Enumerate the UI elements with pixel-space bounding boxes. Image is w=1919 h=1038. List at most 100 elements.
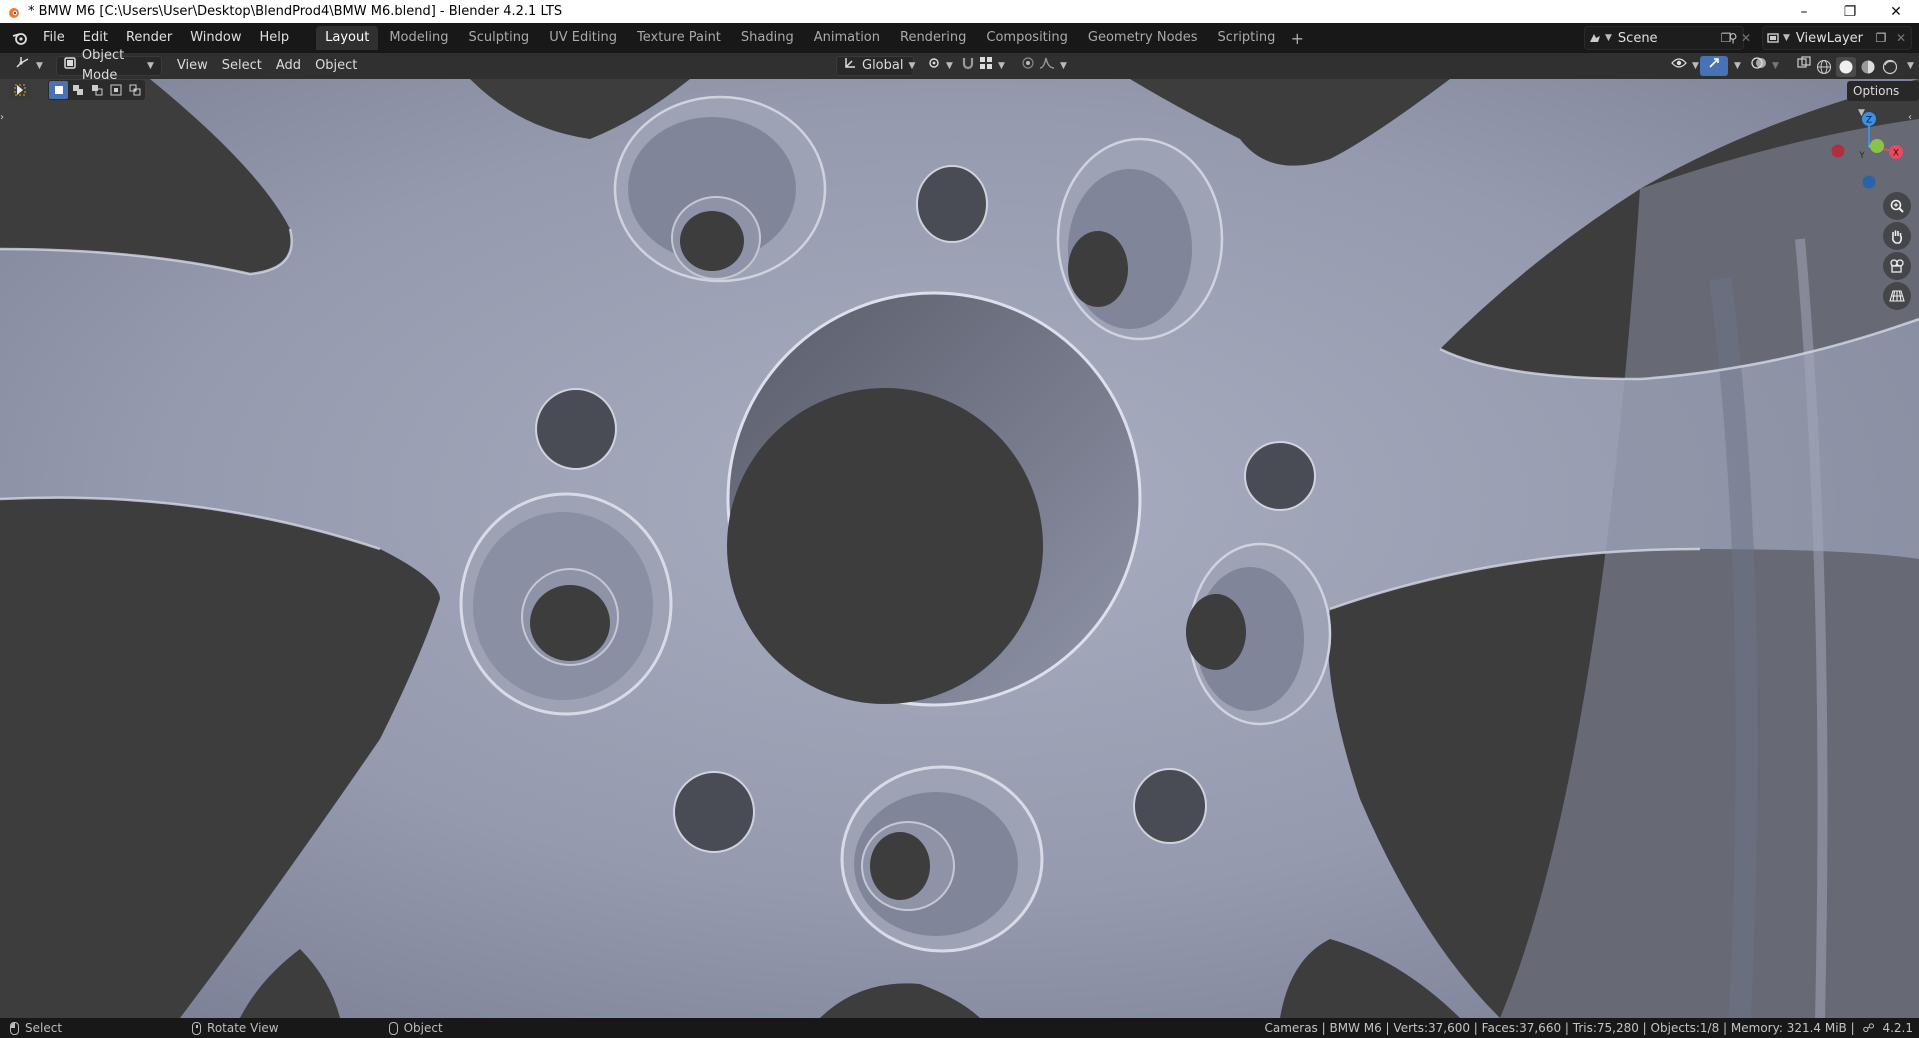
orientation-icon bbox=[844, 56, 856, 76]
menu-add[interactable]: Add bbox=[269, 56, 308, 76]
add-workspace-button[interactable]: + bbox=[1286, 29, 1308, 48]
navigation-gizmo[interactable]: Z X Y bbox=[1820, 108, 1916, 198]
camera-view-icon[interactable] bbox=[1883, 252, 1911, 280]
status-hint-label: Object bbox=[403, 1021, 443, 1035]
network-icon: ☍ bbox=[1862, 1021, 1875, 1035]
menu-help[interactable]: Help bbox=[251, 27, 299, 49]
mouse-right-icon bbox=[388, 1021, 398, 1035]
perspective-toggle-icon[interactable] bbox=[1883, 282, 1911, 310]
chevron-down-icon: ▼ bbox=[1060, 61, 1067, 71]
chevron-down-icon: ▼ bbox=[908, 61, 916, 71]
tab-uv-editing[interactable]: UV Editing bbox=[540, 26, 626, 50]
close-icon[interactable]: ✕ bbox=[1873, 0, 1919, 23]
wheel-rim-model[interactable] bbox=[0, 79, 1919, 1018]
select-intersect-icon[interactable] bbox=[125, 81, 144, 99]
3d-viewport[interactable] bbox=[0, 79, 1919, 1018]
neg-x-axis-handle[interactable] bbox=[1831, 144, 1845, 158]
tab-compositing[interactable]: Compositing bbox=[977, 26, 1077, 50]
material-shading-icon[interactable] bbox=[1858, 57, 1878, 77]
gizmo-icon bbox=[1707, 56, 1721, 77]
chevron-down-icon: ▼ bbox=[1734, 61, 1741, 71]
snap-grid-icon bbox=[979, 56, 993, 77]
status-hint-label: Select bbox=[25, 1021, 63, 1035]
chevron-down-icon[interactable]: ▼ bbox=[1907, 61, 1914, 77]
tab-layout[interactable]: Layout bbox=[316, 26, 379, 50]
select-tool-icon[interactable] bbox=[9, 80, 31, 100]
pan-hand-icon[interactable] bbox=[1883, 222, 1911, 250]
tab-texture-paint[interactable]: Texture Paint bbox=[628, 26, 730, 50]
mouse-left-icon bbox=[10, 1021, 19, 1035]
version-label: 4.2.1 bbox=[1882, 1021, 1913, 1035]
selection-mode-group bbox=[48, 80, 145, 100]
center-bore bbox=[726, 291, 1142, 707]
tab-animation[interactable]: Animation bbox=[805, 26, 889, 50]
snap-target-dropdown[interactable]: ▼ bbox=[972, 56, 1012, 76]
status-hint-object: Object bbox=[388, 1021, 443, 1035]
chevron-down-icon: ▼ bbox=[1772, 61, 1779, 71]
solid-shading-icon[interactable] bbox=[1836, 57, 1856, 77]
status-bar: Select Rotate View Object Cameras | BMW … bbox=[0, 1018, 1919, 1038]
scene-icon bbox=[1585, 28, 1605, 48]
neg-z-axis-handle[interactable] bbox=[1862, 175, 1876, 189]
orientation-label: Global bbox=[862, 58, 904, 73]
select-extend-icon[interactable] bbox=[68, 81, 87, 99]
status-hint-rotate: Rotate View bbox=[192, 1021, 279, 1035]
window-title: * BMW M6 [C:\Users\User\Desktop\BlendPro… bbox=[28, 4, 563, 19]
chevron-down-icon: ▼ bbox=[147, 61, 154, 71]
options-dropdown[interactable]: Options ▼ bbox=[1847, 81, 1919, 118]
mode-dropdown[interactable]: Object Mode ▼ bbox=[55, 48, 162, 83]
restore-icon[interactable]: ❐ bbox=[1827, 0, 1873, 23]
tab-sculpting[interactable]: Sculpting bbox=[459, 26, 538, 50]
minimize-icon[interactable]: – bbox=[1781, 0, 1827, 23]
menu-window[interactable]: Window bbox=[181, 27, 250, 49]
object-mode-icon bbox=[64, 56, 76, 76]
y-axis-label: Y bbox=[1858, 151, 1865, 161]
tool-settings-row bbox=[0, 79, 145, 101]
chevron-down-icon: ▼ bbox=[946, 61, 953, 71]
view-layer-icon bbox=[1763, 28, 1783, 48]
tab-rendering[interactable]: Rendering bbox=[891, 26, 975, 50]
editor-type-button[interactable]: ▼ bbox=[8, 56, 50, 76]
rendered-shading-icon[interactable] bbox=[1880, 57, 1900, 77]
top-bar: File Edit Render Window Help Layout Mode… bbox=[0, 23, 1919, 53]
tab-scripting[interactable]: Scripting bbox=[1209, 26, 1285, 50]
select-subtract-icon[interactable] bbox=[87, 81, 106, 99]
view-layer-selector[interactable]: ▼ ViewLayer ❐ ✕ bbox=[1762, 26, 1912, 50]
delete-scene-icon[interactable]: ✕ bbox=[1736, 28, 1756, 48]
blender-menu-icon[interactable] bbox=[6, 23, 34, 53]
overlays-icon bbox=[1751, 56, 1767, 77]
blender-app-icon bbox=[6, 4, 22, 20]
select-new-icon[interactable] bbox=[49, 81, 68, 99]
falloff-curve-icon bbox=[1039, 56, 1055, 77]
xray-icon bbox=[1797, 55, 1811, 77]
chevron-down-icon: ▼ bbox=[998, 61, 1005, 71]
view-layer-name: ViewLayer bbox=[1795, 30, 1864, 46]
mouse-middle-icon bbox=[192, 1021, 202, 1035]
overlays-toggle[interactable]: ▼ bbox=[1744, 56, 1786, 76]
window-titlebar: * BMW M6 [C:\Users\User\Desktop\BlendPro… bbox=[0, 0, 1919, 23]
x-axis-label: X bbox=[1893, 149, 1899, 159]
falloff-dropdown[interactable]: ▼ bbox=[1032, 56, 1074, 76]
chevron-down-icon: ▼ bbox=[1605, 33, 1612, 43]
tab-geometry-nodes[interactable]: Geometry Nodes bbox=[1079, 26, 1207, 50]
scene-statistics: Cameras | BMW M6 | Verts:37,600 | Faces:… bbox=[1264, 1021, 1913, 1035]
delete-view-layer-icon[interactable]: ✕ bbox=[1891, 28, 1911, 48]
chevron-down-icon: ▼ bbox=[1692, 61, 1699, 71]
transform-orientation-dropdown[interactable]: Global ▼ bbox=[836, 56, 916, 76]
options-label: Options bbox=[1853, 84, 1900, 98]
new-scene-icon[interactable]: ❐ bbox=[1716, 28, 1736, 48]
eye-icon bbox=[1671, 56, 1687, 76]
zoom-icon[interactable] bbox=[1883, 192, 1911, 220]
tab-shading[interactable]: Shading bbox=[732, 26, 803, 50]
wireframe-shading-icon[interactable] bbox=[1814, 57, 1834, 77]
select-invert-icon[interactable] bbox=[106, 81, 125, 99]
menu-object[interactable]: Object bbox=[308, 56, 364, 76]
tab-modeling[interactable]: Modeling bbox=[380, 26, 457, 50]
y-axis-handle[interactable] bbox=[1870, 139, 1884, 153]
menu-file[interactable]: File bbox=[34, 27, 74, 49]
toolbar-expand-icon[interactable]: › bbox=[0, 112, 8, 130]
menu-select[interactable]: Select bbox=[215, 56, 269, 76]
menu-view[interactable]: View bbox=[170, 56, 215, 76]
status-hint-select: Select bbox=[10, 1021, 62, 1035]
new-view-layer-icon[interactable]: ❐ bbox=[1871, 28, 1891, 48]
